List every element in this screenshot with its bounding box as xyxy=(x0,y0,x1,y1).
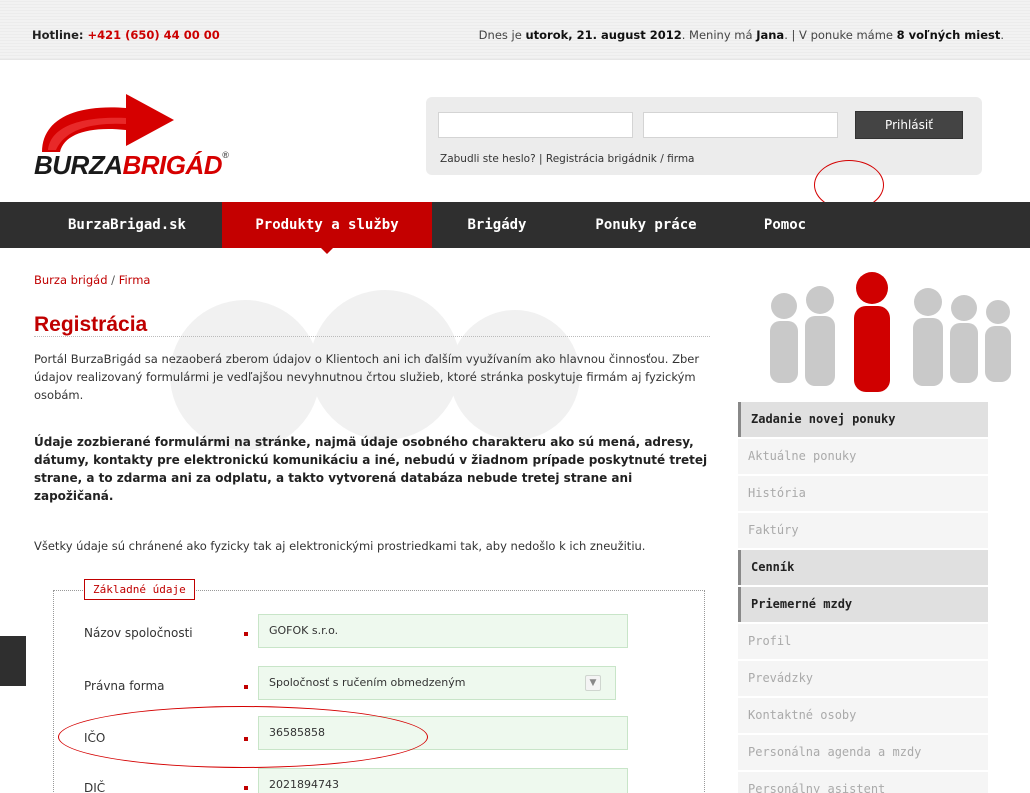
page: Hotline: +421 (650) 44 00 00 Dnes je uto… xyxy=(0,0,1030,793)
login-button[interactable]: Prihlásiť xyxy=(855,111,963,139)
top-bar: Hotline: +421 (650) 44 00 00 Dnes je uto… xyxy=(0,0,1030,60)
register-link[interactable]: Registrácia brigádnik / firma xyxy=(546,153,695,165)
breadcrumb-current[interactable]: Firma xyxy=(119,273,151,287)
sidebar-item-hr-payroll[interactable]: Personálna agenda a mzdy xyxy=(738,735,988,770)
required-marker xyxy=(244,632,248,636)
nameday-name: Jana xyxy=(756,28,785,42)
hotline-label: Hotline: xyxy=(32,28,84,42)
sidebar-item-new-offer[interactable]: Zadanie novej ponuky xyxy=(738,402,988,437)
team-people-icon xyxy=(770,272,1011,392)
today-sep: . | V ponuke máme xyxy=(784,28,897,42)
logo-wordmark: BURZABRIGÁD® xyxy=(34,150,229,181)
logo-registered-mark: ® xyxy=(222,150,229,160)
legal-form-select[interactable]: Spoločnosť s ručením obmedzeným ▼ xyxy=(258,666,616,700)
sidebar-item-pricing[interactable]: Cenník xyxy=(738,550,988,585)
login-links: Zabudli ste heslo? | Registrácia brigádn… xyxy=(440,153,695,165)
dic-label: DIČ xyxy=(84,781,106,793)
main-nav: BurzaBrigad.sk Produkty a služby Brigády… xyxy=(0,202,1030,254)
today-end: . xyxy=(1000,28,1004,42)
nav-item-job-offers[interactable]: Ponuky práce xyxy=(562,202,730,248)
nav-item-help[interactable]: Pomoc xyxy=(730,202,840,248)
breadcrumb-home[interactable]: Burza brigád xyxy=(34,273,108,287)
page-title: Registrácia xyxy=(34,313,148,336)
nav-item-products[interactable]: Produkty a služby xyxy=(222,202,432,254)
sidebar-item-hr-assistant[interactable]: Personálny asistent xyxy=(738,772,988,793)
login-box: Prihlásiť Zabudli ste heslo? | Registrác… xyxy=(426,97,982,175)
sidebar-item-profile[interactable]: Profil xyxy=(738,624,988,659)
chevron-down-icon[interactable]: ▼ xyxy=(585,675,601,691)
nav-item-home[interactable]: BurzaBrigad.sk xyxy=(34,202,220,248)
today-prefix: Dnes je xyxy=(478,28,526,42)
logo-word-b: BRIGÁD xyxy=(122,150,223,180)
fieldset-legend: Základné údaje xyxy=(84,579,195,600)
sidebar-item-history[interactable]: História xyxy=(738,476,988,511)
nav-item-brigady[interactable]: Brigády xyxy=(432,202,562,248)
protection-text: Všetky údaje sú chránené ako fyzicky tak… xyxy=(34,539,646,553)
login-links-sep: | xyxy=(535,153,546,165)
offer-count: 8 voľných miest xyxy=(896,28,1001,42)
company-name-label: Názov spoločnosti xyxy=(84,626,193,640)
dic-field[interactable]: 2021894743 xyxy=(258,768,628,793)
breadcrumb-sep: / xyxy=(107,273,119,287)
sidebar-item-contacts[interactable]: Kontaktné osoby xyxy=(738,698,988,733)
sidebar-item-branches[interactable]: Prevádzky xyxy=(738,661,988,696)
logo-word-a: BURZA xyxy=(34,150,123,180)
forgot-password-link[interactable]: Zabudli ste heslo? xyxy=(440,153,536,165)
annotation-ellipse xyxy=(58,706,428,768)
sidebar-item-invoices[interactable]: Faktúry xyxy=(738,513,988,548)
today-date: utorok, 21. august 2012 xyxy=(525,28,682,42)
company-name-field[interactable]: GOFOK s.r.o. xyxy=(258,614,628,648)
hotline: Hotline: +421 (650) 44 00 00 xyxy=(32,28,220,42)
password-input[interactable] xyxy=(643,112,838,138)
today-mid: . Meniny má xyxy=(681,28,757,42)
hotline-number[interactable]: +421 (650) 44 00 00 xyxy=(88,28,220,42)
title-divider xyxy=(34,336,710,337)
intro-text: Portál BurzaBrigád sa nezaoberá zberom ú… xyxy=(34,352,700,402)
site-logo[interactable]: BURZABRIGÁD® xyxy=(34,90,324,180)
legal-form-value: Spoločnosť s ručením obmedzeným xyxy=(269,676,466,689)
required-marker xyxy=(244,786,248,790)
sidebar-menu: Zadanie novej ponuky Aktuálne ponuky His… xyxy=(738,402,988,793)
legal-form-label: Právna forma xyxy=(84,679,165,693)
required-marker xyxy=(244,685,248,689)
privacy-notice: Údaje zozbierané formulármi na stránke, … xyxy=(34,435,708,503)
breadcrumb: Burza brigád / Firma xyxy=(34,273,150,287)
side-feedback-tab[interactable] xyxy=(0,636,26,686)
sidebar-item-current-offers[interactable]: Aktuálne ponuky xyxy=(738,439,988,474)
username-input[interactable] xyxy=(438,112,633,138)
sidebar-item-average-wages[interactable]: Priemerné mzdy xyxy=(738,587,988,622)
today-info: Dnes je utorok, 21. august 2012. Meniny … xyxy=(479,28,1004,42)
